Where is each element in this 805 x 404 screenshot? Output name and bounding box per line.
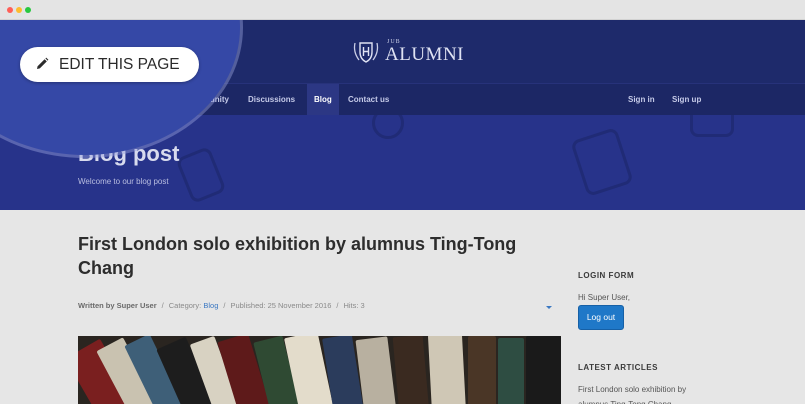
article-title[interactable]: First London solo exhibition by alumnus …: [78, 232, 548, 280]
edit-page-label: EDIT THIS PAGE: [59, 56, 180, 73]
book-shape: [498, 338, 524, 404]
book-shape: [468, 336, 496, 404]
browser-titlebar: [0, 0, 805, 20]
main-content: First London solo exhibition by alumnus …: [0, 210, 805, 404]
screen-decoration: [690, 115, 734, 137]
close-window-dot[interactable]: [7, 7, 13, 13]
sign-in-link[interactable]: Sign in: [621, 84, 662, 116]
book-shape: [392, 336, 430, 404]
meta-hits: Hits: 3: [343, 301, 365, 310]
book-shape: [526, 336, 561, 404]
latest-articles-heading: LATEST ARTICLES: [578, 363, 658, 372]
article-tools-caret-icon[interactable]: [546, 306, 552, 309]
meta-author: Written by Super User: [78, 301, 157, 310]
meta-separator: /: [161, 301, 164, 310]
phone-decoration: [175, 146, 227, 204]
meta-category-label: Category:: [168, 301, 202, 310]
gear-decoration: [372, 115, 404, 139]
logo-title: ALUMNI: [385, 44, 464, 65]
maximize-window-dot[interactable]: [25, 7, 31, 13]
meta-category-link[interactable]: Blog: [203, 301, 218, 310]
website: JUB ALUMNI Community Discussions Blog Co…: [0, 20, 805, 404]
book-shape: [427, 336, 467, 404]
article-meta: Written by Super User / Category: Blog / Pub…: [78, 301, 365, 310]
login-greeting: Hi Super User,: [578, 293, 631, 302]
pencil-icon: [37, 57, 49, 69]
latest-article-link[interactable]: First London solo exhibition by alumnus …: [578, 382, 713, 404]
meta-separator: /: [336, 301, 339, 310]
minimize-window-dot[interactable]: [16, 7, 22, 13]
nav-contact-us[interactable]: Contact us: [341, 84, 396, 116]
nav-discussions[interactable]: Discussions: [241, 84, 302, 116]
tablet-decoration: [570, 127, 634, 197]
nav-blog[interactable]: Blog: [307, 84, 339, 116]
meta-published: Published: 25 November 2016: [230, 301, 332, 310]
book-shape: [355, 336, 397, 404]
edit-page-button[interactable]: EDIT THIS PAGE: [20, 47, 199, 82]
sign-up-link[interactable]: Sign up: [665, 84, 708, 116]
crest-icon: [353, 42, 379, 63]
logout-button[interactable]: Log out: [578, 305, 624, 330]
login-form-heading: LOGIN FORM: [578, 271, 635, 280]
meta-separator: /: [223, 301, 226, 310]
article-image: [78, 336, 561, 404]
page-subtitle: Welcome to our blog post: [78, 177, 169, 186]
